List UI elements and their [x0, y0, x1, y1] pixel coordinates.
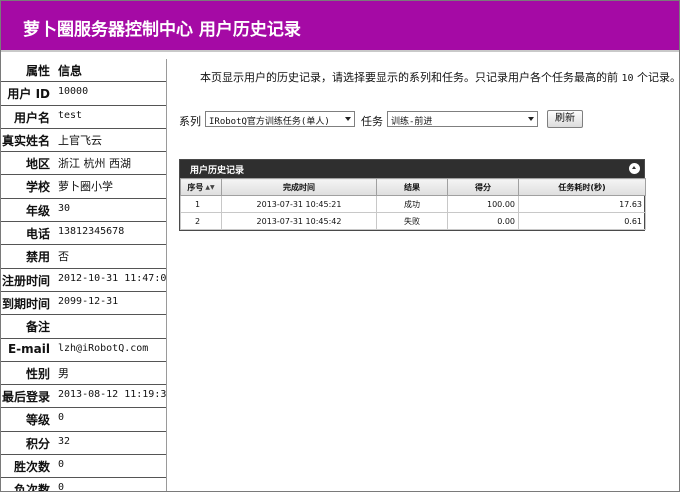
- user-info-panel: 属性 信息 用户 ID 10000 用户名 test 真实姓名 上官飞云 地区 …: [1, 59, 167, 492]
- task-select-value: 训练-前进: [391, 117, 433, 127]
- user-info-value: lzh@iRobotQ.com: [58, 342, 149, 354]
- cell-finish-time: 2013-07-31 10:45:42: [221, 212, 377, 230]
- user-info-key: 积分: [25, 436, 50, 451]
- user-info-key: 电话: [25, 227, 50, 242]
- user-info-row-disabled: 禁用 否: [1, 245, 166, 269]
- user-info-value: 13812345678: [58, 226, 125, 238]
- user-info-key: 最后登录: [1, 390, 50, 405]
- task-select[interactable]: 训练-前进: [387, 111, 538, 127]
- user-info-key: 地区: [25, 157, 50, 172]
- page-title: 萝卜圈服务器控制中心 用户历史记录: [23, 20, 301, 40]
- cell-duration: 0.61: [518, 212, 646, 230]
- user-info-key: 胜次数: [13, 460, 50, 475]
- user-info-value: 上官飞云: [58, 133, 102, 147]
- user-info-value: 否: [58, 250, 69, 264]
- user-info-value: 萝卜圈小学: [58, 180, 113, 194]
- user-info-key: 年级: [25, 203, 50, 218]
- cell-finish-time: 2013-07-31 10:45:21: [221, 195, 377, 213]
- sort-icon: ▲▼: [205, 183, 215, 191]
- page-header: 萝卜圈服务器控制中心 用户历史记录: [1, 1, 679, 52]
- user-info-value: 2013-08-12 11:19:39: [58, 389, 166, 401]
- history-grid: 用户历史记录 序号 ▲▼ 完成时间 结果 得分 任务耗时(秒) 1 2013-07…: [179, 159, 646, 231]
- column-header-result[interactable]: 结果: [376, 178, 448, 196]
- user-info-value: test: [58, 109, 83, 121]
- user-info-row-id: 用户 ID 10000: [1, 82, 166, 106]
- task-label: 任务: [361, 115, 383, 128]
- column-header-duration[interactable]: 任务耗时(秒): [518, 178, 646, 196]
- cell-index: 1: [180, 195, 222, 213]
- user-info-key: 注册时间: [1, 273, 50, 288]
- user-info-key: 学校: [25, 180, 50, 195]
- cell-index: 2: [180, 212, 222, 230]
- user-info-header-row: 属性 信息: [1, 59, 166, 83]
- user-info-key: E-mail: [7, 341, 50, 356]
- user-info-row-level: 等级 0: [1, 408, 166, 432]
- cell-score: 100.00: [447, 195, 519, 213]
- table-row[interactable]: 1 2013-07-31 10:45:21 成功 100.00 17.63: [180, 195, 646, 213]
- user-info-row-last-login: 最后登录 2013-08-12 11:19:39: [1, 385, 166, 409]
- user-info-key: 禁用: [25, 250, 50, 265]
- user-info-key: 负次数: [13, 483, 50, 492]
- collapse-icon[interactable]: [629, 163, 640, 174]
- user-info-value: 30: [58, 202, 71, 214]
- table-header-row: 序号 ▲▼ 完成时间 结果 得分 任务耗时(秒): [180, 178, 646, 196]
- user-info-key: 备注: [25, 320, 50, 335]
- user-info-row-realname: 真实姓名 上官飞云: [1, 129, 166, 153]
- user-info-key: 用户 ID: [7, 87, 50, 102]
- series-label: 系列: [179, 115, 201, 128]
- user-info-key: 真实姓名: [1, 133, 50, 148]
- user-info-row-email: E-mail lzh@iRobotQ.com: [1, 339, 166, 362]
- history-table: 序号 ▲▼ 完成时间 结果 得分 任务耗时(秒) 1 2013-07-31 10:…: [180, 178, 646, 230]
- intro-text-after: 个记录。: [637, 71, 680, 84]
- user-info-row-phone: 电话 13812345678: [1, 222, 166, 246]
- user-info-row-notes: 备注: [1, 315, 166, 339]
- user-info-row-gender: 性别 男: [1, 362, 166, 386]
- user-info-row-grade: 年级 30: [1, 199, 166, 223]
- grid-title-bar: 用户历史记录: [180, 160, 644, 178]
- user-info-row-wins: 胜次数 0: [1, 455, 166, 479]
- user-info-row-region: 地区 浙江 杭州 西湖: [1, 152, 166, 176]
- intro-text: 本页显示用户的历史记录，请选择要显示的系列和任务。只记录用户各个任务最高的前 1…: [200, 69, 679, 85]
- cell-result: 失败: [376, 212, 448, 230]
- column-header-finish-time[interactable]: 完成时间: [221, 178, 377, 196]
- user-info-value: 10000: [58, 86, 89, 98]
- column-header-score[interactable]: 得分: [447, 178, 519, 196]
- attribute-column-label: 属性: [25, 64, 50, 78]
- user-info-value: 男: [58, 366, 69, 380]
- user-info-row-registered: 注册时间 2012-10-31 11:47:05: [1, 269, 166, 292]
- series-select[interactable]: IRobotQ官方训练任务(单人): [205, 111, 355, 127]
- series-select-value: IRobotQ官方训练任务(单人): [209, 117, 330, 127]
- cell-score: 0.00: [447, 212, 519, 230]
- chevron-down-icon: [528, 117, 534, 121]
- user-info-value: 浙江 杭州 西湖: [58, 157, 131, 171]
- user-info-key: 用户名: [13, 110, 50, 125]
- user-info-key: 性别: [25, 366, 50, 381]
- user-info-row-points: 积分 32: [1, 432, 166, 456]
- user-info-value: 2099-12-31: [58, 295, 119, 307]
- cell-duration: 17.63: [518, 195, 646, 213]
- record-count: 10: [621, 73, 634, 84]
- user-info-row-school: 学校 萝卜圈小学: [1, 175, 166, 199]
- app-window: 萝卜圈服务器控制中心 用户历史记录 属性 信息 用户 ID 10000 用户名 …: [0, 0, 680, 492]
- user-info-key: 到期时间: [1, 296, 50, 311]
- user-info-value: 32: [58, 435, 71, 447]
- chevron-down-icon: [345, 117, 351, 121]
- user-info-key: 等级: [25, 413, 50, 428]
- user-info-value: 2012-10-31 11:47:05: [58, 272, 166, 284]
- grid-title: 用户历史记录: [190, 166, 245, 176]
- user-info-row-losses: 负次数 0: [1, 478, 166, 492]
- cell-result: 成功: [376, 195, 448, 213]
- column-header-index[interactable]: 序号 ▲▼: [180, 178, 222, 196]
- user-info-row-expires: 到期时间 2099-12-31: [1, 292, 166, 316]
- user-info-value: 0: [58, 412, 65, 424]
- user-info-value: 0: [58, 459, 65, 471]
- user-info-row-username: 用户名 test: [1, 106, 166, 129]
- refresh-button[interactable]: 刷新: [547, 110, 583, 128]
- table-row[interactable]: 2 2013-07-31 10:45:42 失败 0.00 0.61: [180, 212, 646, 230]
- user-info-value: 0: [58, 482, 65, 492]
- info-column-label: 信息: [58, 64, 83, 78]
- intro-text-before: 本页显示用户的历史记录，请选择要显示的系列和任务。只记录用户各个任务最高的前: [200, 71, 618, 84]
